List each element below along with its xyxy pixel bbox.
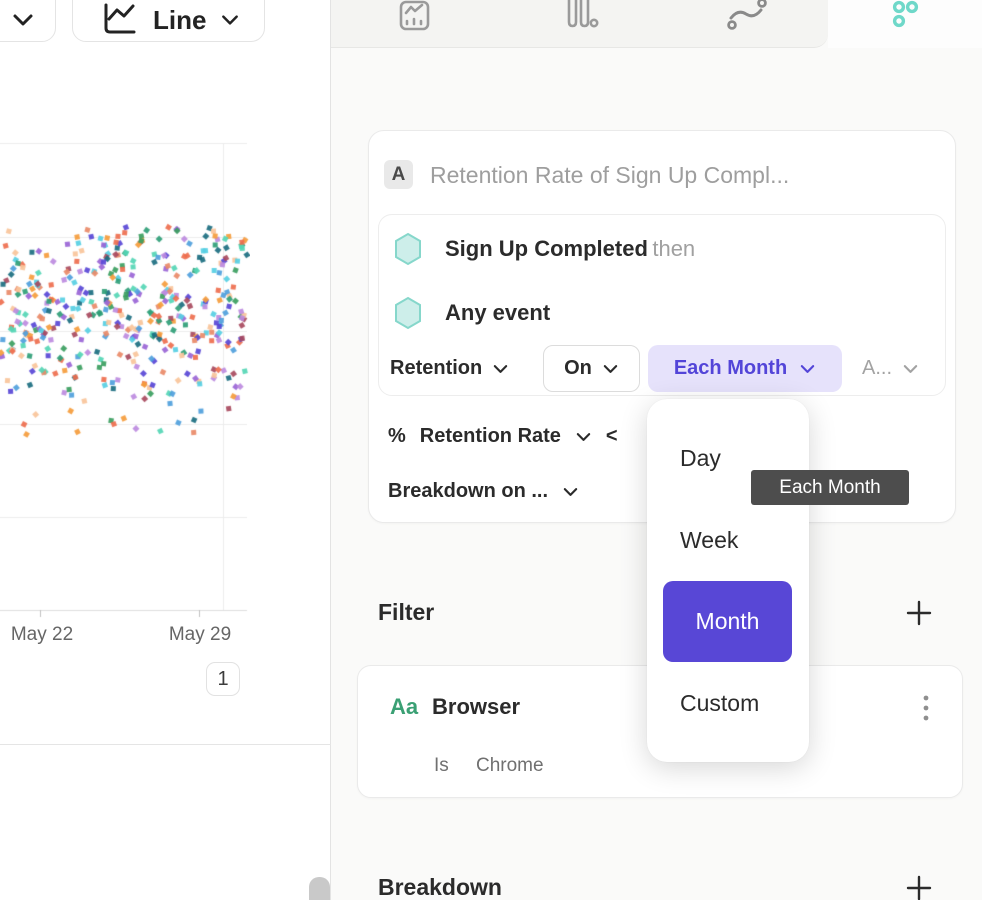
scrollbar-thumb[interactable] — [309, 877, 330, 900]
actor-dropdown[interactable]: A... — [862, 357, 919, 380]
metric-label: Retention Rate — [420, 425, 561, 448]
flow-icon — [722, 0, 770, 38]
filter-value[interactable]: Chrome — [476, 755, 544, 777]
tab-flow-view[interactable] — [663, 0, 829, 48]
property-type-icon: Aa — [390, 694, 418, 720]
query-title[interactable]: Retention Rate of Sign Up Compl... — [430, 162, 789, 189]
retention-dots-icon — [883, 0, 927, 38]
percent-icon: % — [388, 425, 406, 448]
measured-as-dropdown[interactable]: % Retention Rate < — [388, 425, 618, 448]
event-name: Sign Up Completed — [445, 236, 648, 261]
filter-property-name[interactable]: Browser — [432, 694, 520, 720]
breakdown-section-heading: Breakdown — [378, 874, 502, 900]
pagination-page-button[interactable]: 1 — [206, 662, 240, 696]
x-tick-label: May 29 — [158, 624, 242, 646]
interval-label: Each Month — [674, 357, 787, 380]
kebab-menu-icon[interactable] — [919, 692, 933, 728]
tooltip-text: Each Month — [779, 477, 880, 499]
breakdown-on-label: Breakdown on ... — [388, 480, 548, 503]
chevron-down-icon — [562, 486, 579, 498]
event-row-2[interactable]: Any event — [393, 296, 550, 330]
collapsed-toolbar-button[interactable] — [0, 0, 56, 42]
on-dropdown[interactable]: On — [543, 345, 640, 392]
event-hexagon-icon — [393, 232, 423, 266]
chevron-down-icon — [799, 363, 816, 375]
retention-mode-dropdown[interactable]: Retention — [390, 357, 509, 380]
chart-panel: Line May 22 May 29 1 — [0, 0, 331, 900]
line-chart-panel-icon — [394, 0, 434, 36]
event-hexagon-icon — [393, 296, 423, 330]
chevron-down-icon — [575, 431, 592, 443]
chevron-down-icon — [602, 363, 619, 375]
series-letter: A — [392, 164, 406, 186]
chevron-down-icon — [902, 363, 919, 375]
app-root: Line May 22 May 29 1 — [0, 0, 982, 900]
interval-dropdown[interactable]: Each Month — [648, 345, 842, 392]
menu-item-month-selected[interactable]: Month — [663, 581, 792, 662]
tab-line-chart-view[interactable] — [331, 0, 497, 48]
chart-type-line-button[interactable]: Line — [72, 0, 265, 42]
menu-item-week[interactable]: Week — [680, 527, 738, 554]
filter-operator[interactable]: Is — [434, 755, 449, 777]
event-suffix: then — [652, 236, 695, 261]
event-row-1[interactable]: Sign Up Completed then — [393, 232, 695, 266]
add-filter-button[interactable] — [905, 599, 933, 627]
line-chart-icon — [101, 3, 139, 37]
chevron-down-icon — [11, 12, 35, 28]
on-label: On — [564, 357, 592, 380]
filter-section-heading: Filter — [378, 599, 434, 626]
series-label-badge: A — [384, 160, 413, 189]
tab-retention-view-active[interactable] — [828, 0, 982, 48]
horizontal-divider — [0, 744, 331, 745]
chevron-down-icon — [492, 363, 509, 375]
actor-label: A... — [862, 357, 892, 380]
x-tick-label: May 22 — [0, 624, 84, 646]
menu-item-custom[interactable]: Custom — [680, 690, 759, 717]
hover-tooltip: Each Month — [751, 470, 909, 505]
retention-scatter-canvas — [0, 0, 250, 620]
interval-menu: Day Week Month Custom — [647, 399, 809, 762]
menu-item-day[interactable]: Day — [680, 445, 721, 472]
bar-chart-icon — [557, 0, 603, 36]
tab-bar-chart-view[interactable] — [497, 0, 663, 48]
page-number: 1 — [217, 668, 228, 691]
chart-type-label: Line — [153, 5, 206, 36]
breakdown-on-dropdown[interactable]: Breakdown on ... — [388, 480, 579, 503]
chevron-down-icon — [220, 13, 240, 27]
retention-mode-label: Retention — [390, 357, 482, 380]
partial-hidden-text: < — [606, 425, 618, 448]
add-breakdown-button[interactable] — [905, 874, 933, 900]
event-name: Any event — [445, 300, 550, 326]
